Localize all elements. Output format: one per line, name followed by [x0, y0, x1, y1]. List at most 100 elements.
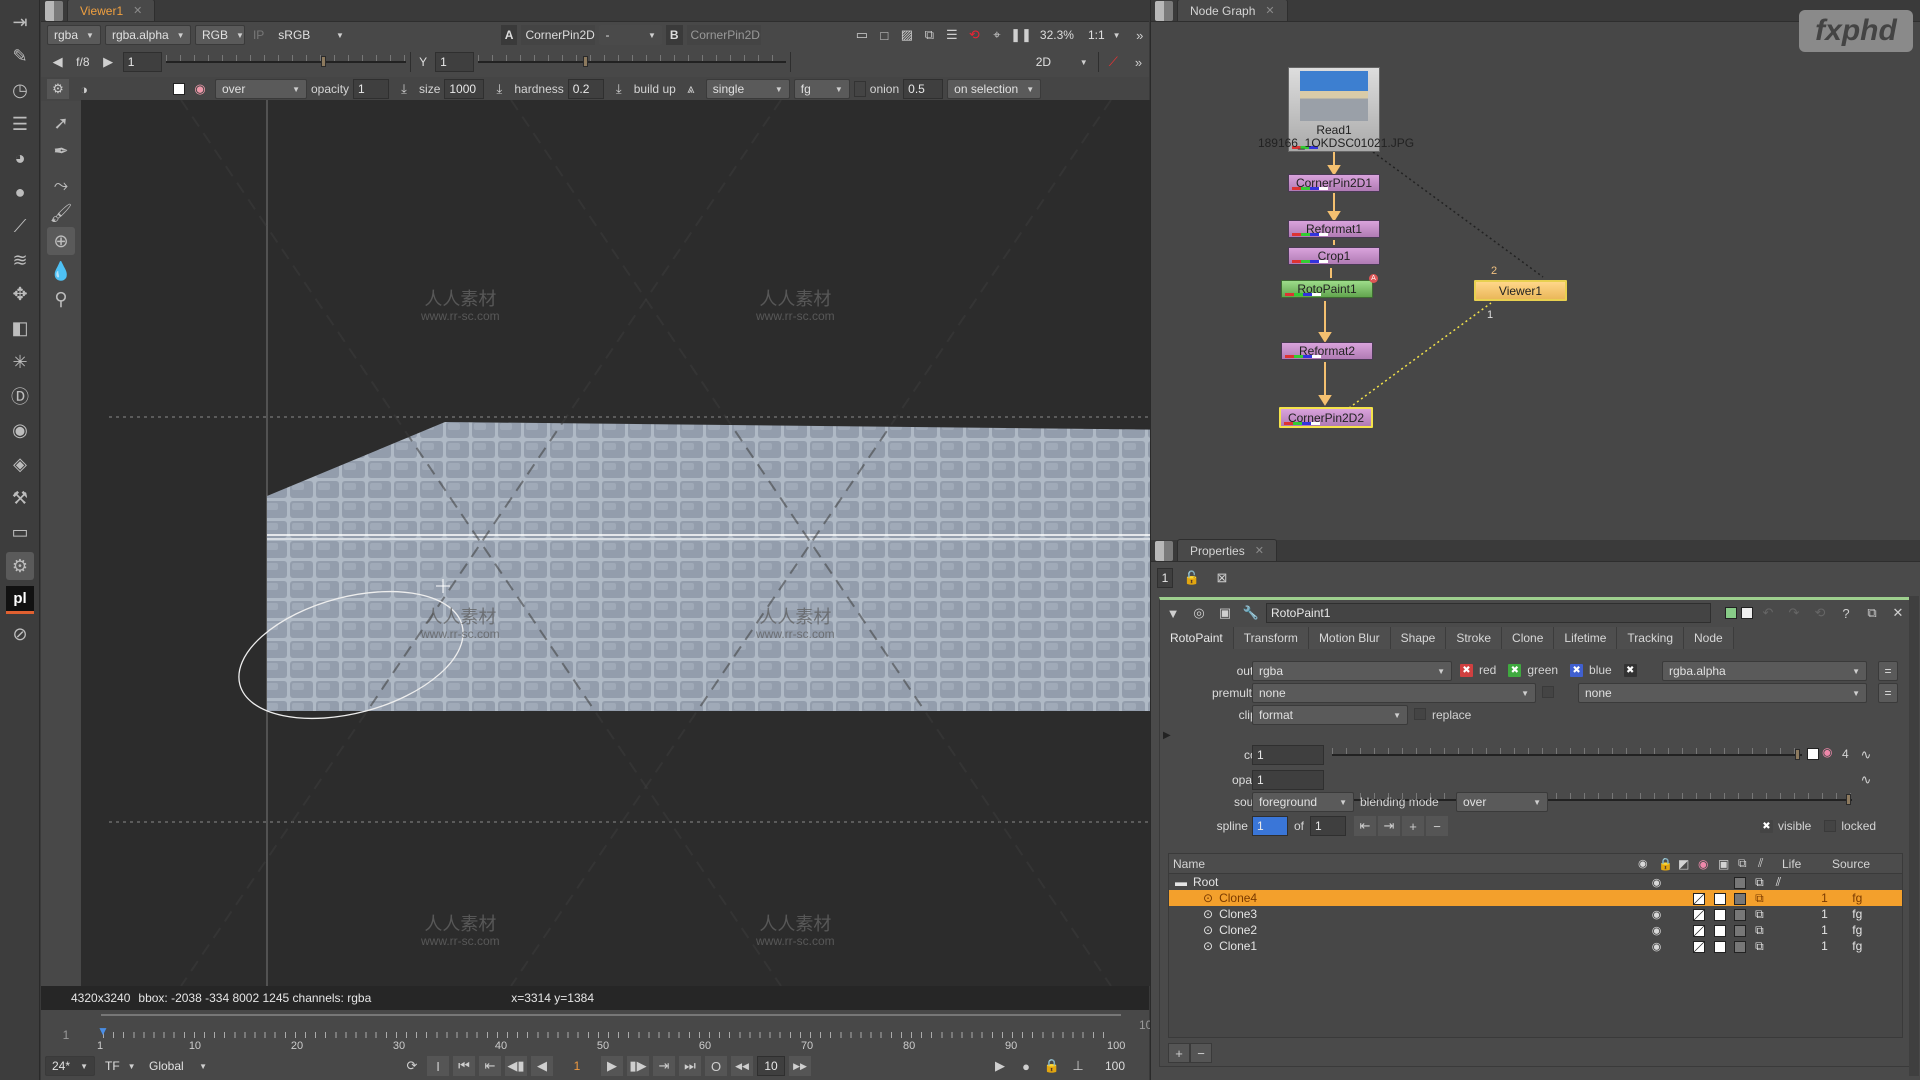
overlay-toggle[interactable]	[1734, 940, 1747, 953]
panel-menu-icon[interactable]	[45, 1, 63, 21]
shape-row[interactable]: ⊙ Clone3 ◉ ⧉ 1 fg	[1169, 906, 1902, 922]
node-viewer1[interactable]: Viewer1	[1474, 280, 1567, 301]
tab-motion-blur[interactable]: Motion Blur	[1308, 627, 1391, 649]
out-point-button[interactable]: O	[705, 1056, 727, 1076]
visible-toggle-icon[interactable]: ◉	[1652, 925, 1662, 937]
layer-dropdown[interactable]: rgba ▼	[47, 25, 101, 45]
tab-node[interactable]: Node	[1684, 627, 1734, 649]
viewer-overlay-icon[interactable]: ◑	[73, 79, 95, 99]
pixel-lab-icon[interactable]: pl	[6, 586, 34, 614]
overlay-toggle[interactable]	[1734, 892, 1747, 905]
roi-icon[interactable]: ▭	[853, 25, 872, 45]
display-dropdown[interactable]: RGB ▼	[194, 25, 245, 45]
premultiply-channel-dropdown[interactable]: none ▼	[1578, 683, 1867, 703]
prev-frame-button[interactable]: ◀▮	[505, 1056, 527, 1076]
visible-checkbox[interactable]: ✖	[1760, 819, 1773, 833]
other-icon[interactable]: ▭	[6, 518, 34, 546]
tab-viewer1[interactable]: Viewer1 ✕	[67, 0, 156, 21]
color-input[interactable]: 1	[1252, 745, 1324, 765]
replace-checkbox[interactable]	[1414, 708, 1426, 720]
expand-toolbar2-icon[interactable]: »	[1128, 52, 1149, 72]
onion-mode-dropdown[interactable]: on selection ▼	[947, 79, 1042, 99]
clone-tool-icon[interactable]: ⊕	[47, 227, 75, 255]
help-icon[interactable]: ?	[1835, 603, 1857, 623]
paint-pick-icon[interactable]: ⟋	[1103, 52, 1124, 72]
color-column-icon[interactable]: ◉	[1698, 857, 1718, 871]
view-mode-dropdown[interactable]: 2D ▼	[1030, 52, 1094, 72]
node-crop1[interactable]: Crop1	[1288, 247, 1380, 265]
invert-toggle[interactable]	[1693, 908, 1706, 921]
color-curve-icon[interactable]: ∿	[1855, 745, 1877, 765]
toolsets-icon[interactable]: ⚒	[6, 484, 34, 512]
shape-color-swatch[interactable]	[1713, 940, 1726, 953]
next-frame-button[interactable]: ▮▶	[627, 1056, 649, 1076]
blend-toggle-icon[interactable]: ⧉	[1755, 923, 1764, 937]
lock-panels-icon[interactable]: 🔓	[1181, 568, 1203, 588]
shape-row[interactable]: ⊙ Clone4 ⧉ 1 fg	[1169, 890, 1902, 906]
viewer-canvas[interactable]: 人人素材 www.rr-sc.com 人人素材 www.rr-sc.com 人人素材…	[81, 100, 1189, 986]
format-overlay-icon[interactable]: □	[875, 25, 894, 45]
tab-stroke[interactable]: Stroke	[1446, 627, 1503, 649]
alpha-checkbox[interactable]: ✖	[1623, 663, 1637, 677]
blend-mode-dropdown[interactable]: over ▼	[215, 79, 307, 99]
buildup-icon[interactable]: ⩓	[680, 79, 702, 99]
lock-column-icon[interactable]: 🔒	[1658, 857, 1678, 871]
next-key-icon[interactable]: ⇥	[1378, 816, 1400, 836]
overlay-column-icon[interactable]: ▣	[1718, 857, 1738, 871]
ip-button[interactable]: IP	[249, 25, 268, 45]
prev-key-icon[interactable]: ⇤	[1354, 816, 1376, 836]
metadata-icon[interactable]: ◈	[6, 450, 34, 478]
visible-column-icon[interactable]: ◉	[1638, 857, 1658, 870]
node-name-input[interactable]: RotoPaint1	[1266, 603, 1711, 623]
properties-scrollbar[interactable]	[1909, 596, 1919, 1076]
invert-toggle[interactable]	[1693, 892, 1706, 905]
record-icon[interactable]: ●	[1015, 1056, 1037, 1076]
scanline-icon[interactable]: ☰	[943, 25, 962, 45]
center-node-icon[interactable]: ◎	[1188, 603, 1210, 623]
gamma-input[interactable]: 1	[435, 52, 474, 72]
next-keyframe-button[interactable]: ⇥	[653, 1056, 675, 1076]
shape-row[interactable]: ⊙ Clone2 ◉ ⧉ 1 fg	[1169, 922, 1902, 938]
hardness-pressure-icon[interactable]: ⤓	[488, 79, 510, 99]
close-icon[interactable]: ✕	[1255, 544, 1264, 557]
time-icon[interactable]: ◷	[6, 76, 34, 104]
motion-blur-column-icon[interactable]: ⫽	[1758, 856, 1782, 871]
cara-vr-icon[interactable]: ⊘	[6, 620, 34, 648]
node-reformat1[interactable]: Reformat1	[1288, 220, 1380, 238]
filter-icon[interactable]: ⟋	[6, 212, 34, 240]
add-shape-button[interactable]: +	[1168, 1043, 1190, 1063]
input-icon[interactable]: ▣	[1214, 603, 1236, 623]
deep-icon[interactable]: Ⓓ	[6, 382, 34, 410]
brush-color-swatch[interactable]	[173, 83, 185, 95]
script-editor-icon[interactable]: ⇥	[6, 8, 34, 36]
buildup-pressure-icon[interactable]: ⤓	[608, 79, 630, 99]
invert-column-icon[interactable]: ◩	[1678, 857, 1698, 871]
gamma-slider[interactable]	[477, 52, 786, 72]
shape-color-swatch[interactable]	[1713, 908, 1726, 921]
range-dropdown[interactable]: Global ▼	[143, 1056, 213, 1076]
expand-arrow-icon[interactable]: ▶	[1163, 730, 1171, 741]
visible-toggle-icon[interactable]: ◉	[1652, 909, 1662, 921]
paint-icon[interactable]: ✎	[6, 42, 34, 70]
color-wheel-icon[interactable]: ◉	[1822, 745, 1832, 759]
onion-input[interactable]: 0.5	[903, 79, 944, 99]
opacity-input[interactable]: 1	[1252, 770, 1324, 790]
blend-column-icon[interactable]: ⧉	[1738, 856, 1758, 871]
spline-total-input[interactable]: 1	[1310, 816, 1346, 836]
bezier-tool-icon[interactable]: ✒	[47, 137, 75, 165]
float-icon[interactable]: ⧉	[1861, 603, 1883, 623]
node-cornerpin2d1[interactable]: CornerPin2D1	[1288, 174, 1380, 192]
alpha-checker-icon[interactable]: ▨	[898, 25, 917, 45]
settings-gear-icon[interactable]: ⚙	[47, 79, 69, 99]
frame-range-icon[interactable]: ⊥	[1067, 1056, 1089, 1076]
proxy-dropdown[interactable]: 1:1 ▼	[1082, 25, 1127, 45]
visible-toggle-icon[interactable]: ◉	[1652, 941, 1662, 953]
premultiply-dropdown[interactable]: none ▼	[1252, 683, 1536, 703]
tab-shape[interactable]: Shape	[1390, 627, 1447, 649]
add-key-icon[interactable]: +	[1402, 816, 1424, 836]
blend-toggle-icon[interactable]: ⧉	[1755, 939, 1764, 953]
motion-blur-icon[interactable]: ⫽	[1776, 875, 1781, 889]
output-dropdown[interactable]: rgba ▼	[1252, 661, 1452, 681]
play-forward-button[interactable]: ▶	[601, 1056, 623, 1076]
in-point-button[interactable]: I	[427, 1056, 449, 1076]
